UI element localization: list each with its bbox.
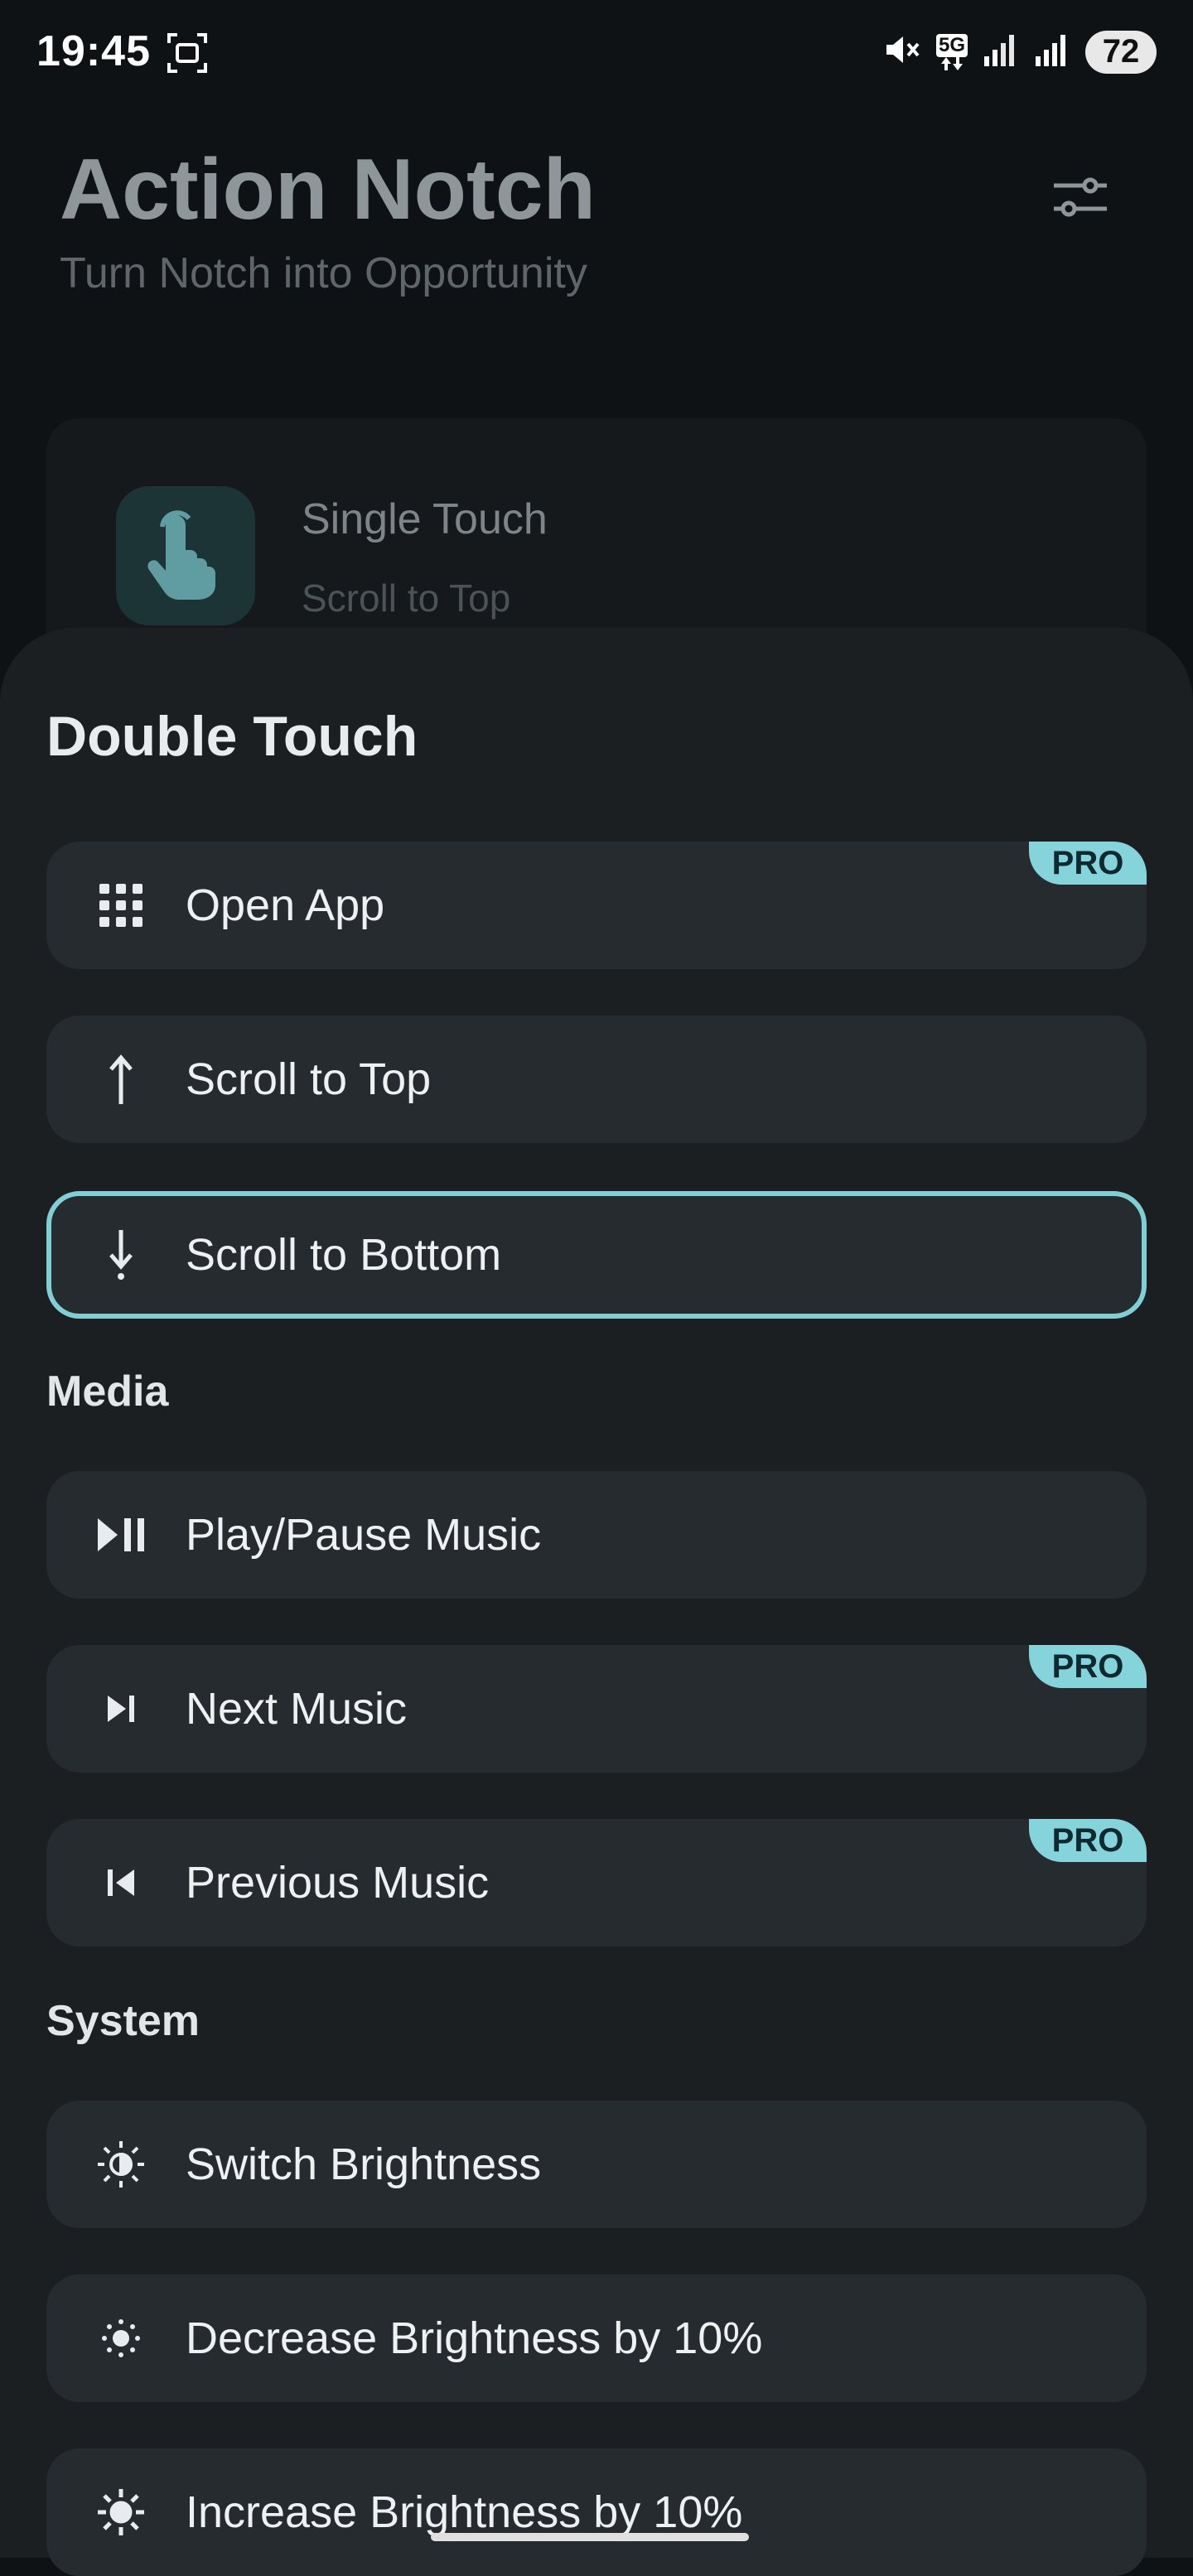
option-label: Next Music — [186, 1684, 408, 1734]
option-scroll-to-top[interactable]: Scroll to Top — [46, 1015, 1147, 1143]
option-open-app[interactable]: Open App PRO — [46, 842, 1147, 969]
app-header: Action Notch Turn Notch into Opportunity — [0, 108, 1193, 323]
play-pause-icon — [94, 1508, 147, 1561]
home-indicator[interactable] — [431, 2533, 749, 2541]
sheet-title: Double Touch — [46, 705, 418, 768]
single-touch-title: Single Touch — [302, 495, 548, 543]
double-touch-sheet: Double Touch Open App PRO Scroll to Top — [0, 628, 1193, 2576]
option-play-pause-music[interactable]: Play/Pause Music — [46, 1471, 1147, 1599]
arrow-down-icon — [94, 1228, 147, 1281]
pro-badge: PRO — [1029, 1819, 1147, 1862]
option-label: Scroll to Top — [186, 1054, 432, 1104]
option-previous-music[interactable]: Previous Music PRO — [46, 1819, 1147, 1946]
option-switch-brightness[interactable]: Switch Brightness — [46, 2101, 1147, 2228]
brightness-high-icon — [94, 2486, 147, 2539]
option-label: Open App — [186, 880, 385, 930]
option-label: Switch Brightness — [186, 2139, 542, 2189]
signal-icon-2 — [1034, 31, 1070, 72]
touch-icon — [144, 509, 227, 604]
option-decrease-brightness[interactable]: Decrease Brightness by 10% — [46, 2275, 1147, 2402]
brightness-half-icon — [94, 2138, 147, 2191]
mute-icon — [881, 30, 921, 74]
option-increase-brightness[interactable]: Increase Brightness by 10% — [46, 2448, 1147, 2576]
option-scroll-to-bottom[interactable]: Scroll to Bottom — [46, 1191, 1147, 1319]
option-label: Scroll to Bottom — [186, 1230, 502, 1280]
status-bar: 19:45 5G 72 — [0, 0, 1193, 108]
option-label: Increase Brightness by 10% — [186, 2487, 743, 2537]
sliders-icon — [1051, 172, 1110, 226]
touch-icon-container — [116, 486, 255, 625]
skip-next-icon — [94, 1682, 147, 1735]
status-icons: 5G 72 — [881, 30, 1157, 74]
brightness-low-icon — [94, 2312, 147, 2365]
pro-badge: PRO — [1029, 1645, 1147, 1688]
battery-indicator: 72 — [1085, 30, 1157, 74]
screenshot-icon — [166, 31, 209, 79]
app-title: Action Notch — [60, 142, 596, 238]
network-5g-icon: 5G — [935, 33, 968, 70]
pro-badge: PRO — [1029, 842, 1147, 885]
signal-icon — [983, 31, 1019, 72]
single-touch-action: Scroll to Top — [302, 576, 511, 620]
section-media-label: Media — [46, 1368, 169, 1416]
settings-button[interactable] — [1041, 159, 1120, 239]
section-system-label: System — [46, 1997, 200, 2045]
status-time: 19:45 — [36, 27, 151, 75]
option-label: Previous Music — [186, 1858, 490, 1908]
option-label: Decrease Brightness by 10% — [186, 2313, 763, 2363]
grid-icon — [94, 879, 147, 932]
app-subtitle: Turn Notch into Opportunity — [60, 249, 587, 297]
skip-previous-icon — [94, 1856, 147, 1909]
network-type: 5G — [935, 33, 968, 57]
arrow-up-icon — [94, 1053, 147, 1106]
option-label: Play/Pause Music — [186, 1510, 542, 1560]
option-next-music[interactable]: Next Music PRO — [46, 1645, 1147, 1773]
